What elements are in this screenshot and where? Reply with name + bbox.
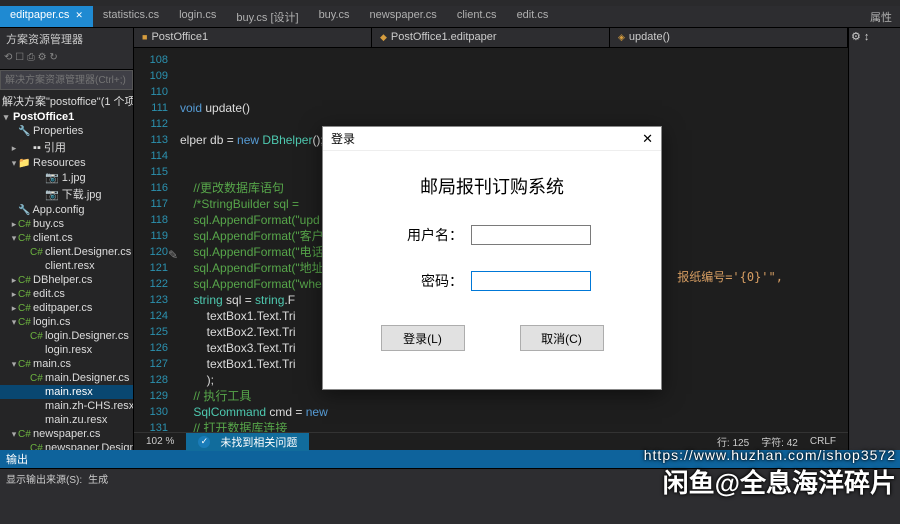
tree-item[interactable]: main.zh-CHS.resx [0, 399, 133, 413]
tree-item[interactable]: ▾C# main.cs [0, 357, 133, 371]
tab-newspaper-cs[interactable]: newspaper.cs [360, 6, 447, 27]
explorer-title: 方案资源管理器 [0, 28, 133, 50]
password-label: 密码： [393, 271, 463, 291]
dialog-title: 登录 [331, 130, 355, 147]
zoom-level[interactable]: 102 % [146, 436, 174, 447]
tree-item[interactable]: C# client.Designer.cs [0, 245, 133, 259]
tree-item[interactable]: client.resx [0, 259, 133, 273]
solution-node[interactable]: 解决方案"postoffice"(1 个项目/ [0, 92, 133, 110]
properties-label[interactable]: 属性 [862, 6, 900, 27]
close-icon[interactable]: ✕ [642, 131, 653, 147]
dialog-heading: 邮局报刊订购系统 [323, 173, 661, 199]
output-toolbar: 显示输出来源(S): 生成 [0, 468, 900, 488]
tree-item[interactable]: login.resx [0, 343, 133, 357]
tree-item[interactable]: ▾C# client.cs [0, 231, 133, 245]
tree-item[interactable]: 🔧 App.config [0, 203, 133, 217]
tree-item[interactable]: C# newspaper.Designer [0, 441, 133, 450]
solution-tree: 解决方案"postoffice"(1 个项目/▾ PostOffice1🔧 Pr… [0, 90, 133, 450]
tree-item[interactable]: ▾📁 Resources [0, 156, 133, 170]
tree-item[interactable]: ▾C# login.cs [0, 315, 133, 329]
tab-buy-cs-----[interactable]: buy.cs [设计] [226, 6, 308, 27]
tree-item[interactable]: 🔧 Properties [0, 124, 133, 138]
line-gutter: 1081091101111121131141151161171181191201… [134, 48, 174, 432]
solution-explorer: 方案资源管理器 ⟲ ☐ ⎙ ⚙ ↻ 解决方案"postoffice"(1 个项目… [0, 28, 134, 450]
properties-pane: ⚙ ↕ [848, 28, 900, 450]
tab-login-cs[interactable]: login.cs [169, 6, 226, 27]
breadcrumb-method[interactable]: ◈update() [610, 28, 848, 47]
breadcrumb: ■PostOffice1 ◆PostOffice1.editpaper ◈upd… [134, 28, 848, 48]
username-label: 用户名： [393, 225, 463, 245]
tab-client-cs[interactable]: client.cs [447, 6, 507, 27]
output-source-label: 显示输出来源(S): [6, 471, 82, 486]
tree-item[interactable]: main.zu.resx [0, 413, 133, 427]
tree-item[interactable]: ▸C# DBhelper.cs [0, 273, 133, 287]
tab-editpaper-cs[interactable]: editpaper.cs✕ [0, 6, 93, 27]
tree-item[interactable]: main.resx [0, 385, 133, 399]
output-source-value[interactable]: 生成 [88, 471, 108, 486]
username-input[interactable] [471, 225, 591, 245]
project-node[interactable]: ▾ PostOffice1 [0, 110, 133, 124]
tree-item[interactable]: C# login.Designer.cs [0, 329, 133, 343]
explorer-search[interactable] [0, 70, 133, 90]
tab-bar: editpaper.cs✕statistics.cslogin.csbuy.cs… [0, 6, 900, 28]
crlf-indicator[interactable]: CRLF [810, 436, 836, 447]
properties-toolbar[interactable]: ⚙ ↕ [849, 28, 900, 68]
tree-item[interactable]: 📷 下载.jpg [0, 185, 133, 203]
outline-marker[interactable]: ✎ [168, 248, 178, 262]
tab-edit-cs[interactable]: edit.cs [507, 6, 559, 27]
tree-item[interactable]: ▸C# editpaper.cs [0, 301, 133, 315]
password-input[interactable] [471, 271, 591, 291]
breadcrumb-class[interactable]: ◆PostOffice1.editpaper [372, 28, 610, 47]
editor-statusbar: 102 % ✓未找到相关问题 行: 125 字符: 42 CRLF [134, 432, 848, 450]
tab-statistics-cs[interactable]: statistics.cs [93, 6, 169, 27]
tree-item[interactable]: ▸C# buy.cs [0, 217, 133, 231]
tree-item[interactable]: C# main.Designer.cs [0, 371, 133, 385]
close-icon[interactable]: ✕ [75, 10, 83, 20]
login-dialog: 登录 ✕ 邮局报刊订购系统 用户名： 密码： 登录(L) 取消(C) [322, 126, 662, 390]
tree-item[interactable]: ▸C# edit.cs [0, 287, 133, 301]
col-indicator: 字符: 42 [761, 434, 798, 449]
tree-item[interactable]: 📷 1.jpg [0, 170, 133, 185]
breadcrumb-namespace[interactable]: ■PostOffice1 [134, 28, 372, 47]
issues-indicator[interactable]: ✓未找到相关问题 [186, 433, 309, 451]
output-header[interactable]: 输出 [0, 450, 900, 468]
tab-buy-cs[interactable]: buy.cs [309, 6, 360, 27]
login-button[interactable]: 登录(L) [381, 325, 465, 351]
explorer-toolbar[interactable]: ⟲ ☐ ⎙ ⚙ ↻ [0, 50, 133, 70]
tree-item[interactable]: ▾C# newspaper.cs [0, 427, 133, 441]
overflow-string: 报纸编号='{0}'", [677, 268, 783, 285]
tree-item[interactable]: ▸ ▪▪ 引用 [0, 138, 133, 156]
cancel-button[interactable]: 取消(C) [520, 325, 604, 351]
line-indicator: 行: 125 [717, 434, 749, 449]
